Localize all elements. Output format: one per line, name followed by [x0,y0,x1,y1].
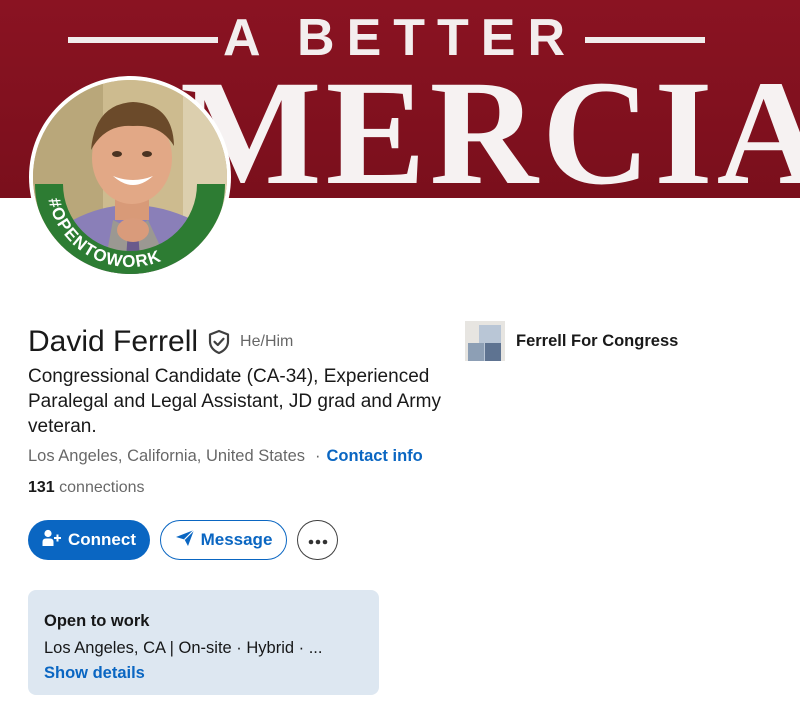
connections-label: connections [59,479,145,496]
profile-name: David Ferrell [28,325,199,358]
profile-photo[interactable]: #OPENTOWORK [29,76,231,278]
name-row: David Ferrell He/Him [28,320,293,364]
location-text: Los Angeles, California, United States [28,447,305,465]
company-logo [465,321,505,361]
connections-count[interactable]: 131 connections [28,476,145,500]
banner-big-text: MERCIA [180,50,800,198]
connect-button-label: Connect [68,530,136,549]
message-button-label: Message [200,530,273,549]
connections-number: 131 [28,479,55,496]
pronouns: He/Him [240,333,294,350]
separator-dot: · [315,447,321,465]
message-button[interactable]: Message [160,520,287,560]
connect-button[interactable]: Connect [28,520,150,560]
avatar-photo: #OPENTOWORK [33,80,227,274]
person-add-icon [42,529,62,552]
more-actions-button[interactable] [297,520,338,560]
current-company[interactable]: Ferrell For Congress [465,320,678,362]
company-name: Ferrell For Congress [516,331,679,350]
shield-check-icon[interactable] [207,329,231,355]
profile-headline: Congressional Candidate (CA-34), Experie… [28,366,441,437]
show-details-link[interactable]: Show details [44,661,363,685]
contact-info-link[interactable]: Contact info [327,447,423,465]
ellipsis-icon [308,530,328,550]
location-row: Los Angeles, California, United States · C… [28,444,423,468]
paper-plane-icon [175,529,195,552]
avatar: #OPENTOWORK [33,80,227,274]
open-to-work-title: Open to work [44,612,150,630]
open-to-work-card: Open to work Los Angeles, CA | On-site ·… [28,590,379,695]
open-to-work-description: Los Angeles, CA | On-site · Hybrid · ... [44,639,323,657]
